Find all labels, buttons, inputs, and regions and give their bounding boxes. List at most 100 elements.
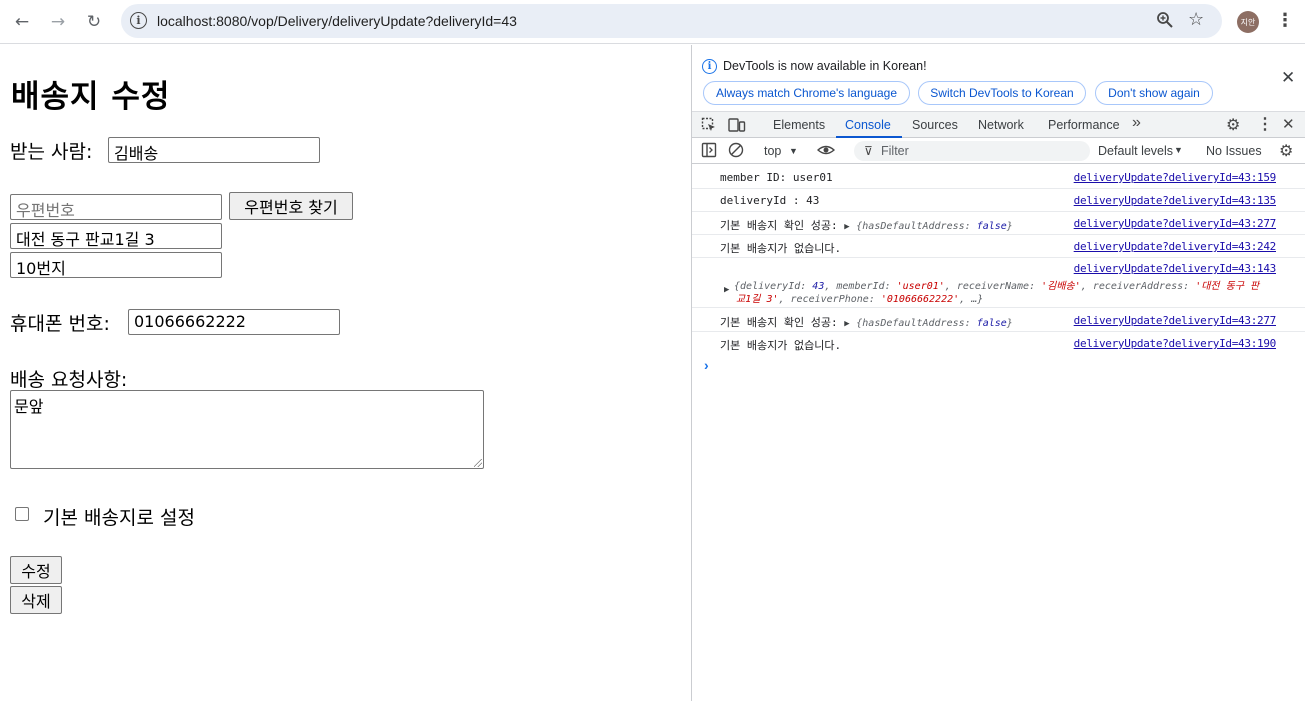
settings-gear-icon[interactable]: ⚙ (1226, 115, 1240, 135)
address-input[interactable]: 대전 동구 판교1길 3 (10, 223, 222, 249)
request-label: 배송 요청사항: (10, 369, 128, 391)
console-message: member ID: user01 (720, 171, 833, 184)
find-zipcode-button[interactable]: 우편번호 찾기 (229, 192, 353, 220)
browser-toolbar: ← → ↻ i localhost:8080/vop/Delivery/deli… (0, 0, 1305, 44)
tab-network[interactable]: Network (978, 118, 1024, 132)
phone-label: 휴대폰 번호: (10, 313, 110, 335)
resize-handle[interactable] (474, 459, 482, 467)
chevron-down-icon[interactable]: ▼ (789, 146, 798, 156)
match-language-button[interactable]: Always match Chrome's language (703, 81, 910, 105)
devtools-menu-icon[interactable]: ⋮ (1257, 114, 1273, 134)
expand-triangle-icon[interactable]: ▶ (844, 319, 849, 329)
console-source-link[interactable]: deliveryUpdate?deliveryId=43:159 (1074, 171, 1277, 184)
context-selector[interactable]: top (764, 144, 781, 158)
tab-console[interactable]: Console (845, 118, 891, 132)
zoom-icon[interactable] (1156, 11, 1174, 34)
sidebar-toggle-icon[interactable] (701, 142, 717, 161)
filter-input[interactable]: ⊽ Filter (854, 141, 1090, 161)
console-filterbar: top ▼ ⊽ Filter Default levels ▼ No Issue… (692, 138, 1305, 164)
expand-triangle-icon[interactable]: ▶ (724, 285, 729, 295)
address-detail-input[interactable]: 10번지 (10, 252, 222, 278)
page-title: 배송지 수정 (11, 79, 171, 115)
default-address-checkbox[interactable] (15, 507, 29, 521)
console-row: deliveryId : 43 deliveryUpdate?deliveryI… (692, 189, 1305, 212)
update-button[interactable]: 수정 (10, 556, 62, 584)
obj-key: receiverAddress (1092, 281, 1184, 292)
back-icon[interactable]: ← (8, 8, 36, 36)
page-content: 배송지 수정 받는 사람: 김배송 우편번호 우편번호 찾기 대전 동구 판교1… (0, 45, 691, 701)
console-row: 기본 배송지 확인 성공: ▶ {hasDefaultAddress: fals… (692, 212, 1305, 235)
obj-key: hasDefaultAddress (862, 318, 965, 329)
devtools-panel: i DevTools is now available in Korean! ✕… (691, 45, 1305, 701)
obj-value: '대전 동구 판 (1195, 281, 1260, 292)
request-text: 문앞 (14, 397, 44, 416)
eye-icon[interactable] (816, 142, 836, 161)
expand-triangle-icon[interactable]: ▶ (844, 222, 849, 232)
console-message: 기본 배송지가 없습니다. (720, 242, 842, 255)
tab-elements[interactable]: Elements (773, 118, 825, 132)
console-source-link[interactable]: deliveryUpdate?deliveryId=43:190 (1074, 337, 1277, 350)
forward-icon[interactable]: → (44, 8, 72, 36)
console-source-link[interactable]: deliveryUpdate?deliveryId=43:277 (1074, 314, 1277, 327)
site-info-icon[interactable]: i (130, 12, 147, 29)
reload-icon[interactable]: ↻ (80, 8, 108, 36)
obj-key: hasDefaultAddress (862, 221, 965, 232)
console-row: 기본 배송지가 없습니다. deliveryUpdate?deliveryId=… (692, 235, 1305, 258)
filter-icon: ⊽ (864, 144, 873, 158)
address-bar[interactable]: i localhost:8080/vop/Delivery/deliveryUp… (121, 4, 1222, 38)
language-notice: i DevTools is now available in Korean! ✕… (692, 45, 1305, 111)
filter-placeholder: Filter (881, 144, 909, 158)
request-textarea[interactable]: 문앞 (10, 390, 484, 469)
url-text[interactable]: localhost:8080/vop/Delivery/deliveryUpda… (157, 13, 517, 29)
clear-console-icon[interactable] (728, 142, 744, 161)
notice-text: DevTools is now available in Korean! (723, 59, 927, 73)
zipcode-input[interactable]: 우편번호 (10, 194, 222, 220)
console-source-link[interactable]: deliveryUpdate?deliveryId=43:143 (1074, 262, 1277, 275)
bookmark-star-icon[interactable]: ☆ (1188, 9, 1204, 30)
console-source-link[interactable]: deliveryUpdate?deliveryId=43:135 (1074, 194, 1277, 207)
phone-input[interactable]: 01066662222 (128, 309, 340, 335)
obj-value: '01066662222' (880, 294, 960, 305)
console-row: member ID: user01 deliveryUpdate?deliver… (692, 165, 1305, 189)
browser-menu-icon[interactable]: ⋮ (1276, 10, 1294, 31)
tab-sources[interactable]: Sources (912, 118, 958, 132)
obj-value: 교1길 3' (736, 294, 779, 305)
devtools-tabbar: Elements Console Sources Network Perform… (692, 111, 1305, 138)
console-object[interactable]: {hasDefaultAddress: false} (856, 318, 1013, 329)
obj-value: false (976, 221, 1007, 232)
receiver-name-input[interactable]: 김배송 (108, 137, 320, 163)
console-message: 기본 배송지 확인 성공: ▶ {hasDefaultAddress: fals… (720, 314, 1013, 330)
console-object-cont: 교1길 3', receiverPhone: '01066662222', …} (736, 294, 984, 305)
dont-show-again-button[interactable]: Don't show again (1095, 81, 1213, 105)
issues-count[interactable]: No Issues (1206, 144, 1262, 158)
levels-chevron-icon[interactable]: ▼ (1174, 145, 1183, 155)
console-text: 기본 배송지 확인 성공: (720, 316, 838, 329)
delete-button[interactable]: 삭제 (10, 586, 62, 614)
obj-ellipsis: … (971, 294, 978, 305)
obj-value: false (976, 318, 1007, 329)
console-prompt-icon[interactable]: › (704, 357, 709, 373)
profile-avatar[interactable]: 지안 (1237, 11, 1259, 33)
console-object[interactable]: {hasDefaultAddress: false} (856, 221, 1013, 232)
default-address-label[interactable]: 기본 배송지로 설정 (43, 503, 195, 530)
obj-value: '김배송' (1041, 281, 1081, 292)
console-source-link[interactable]: deliveryUpdate?deliveryId=43:277 (1074, 217, 1277, 230)
console-row: 기본 배송지가 없습니다. deliveryUpdate?deliveryId=… (692, 332, 1305, 354)
console-text: 기본 배송지 확인 성공: (720, 219, 838, 232)
device-toolbar-icon[interactable] (728, 117, 746, 136)
more-tabs-icon[interactable]: » (1132, 114, 1141, 132)
console-message: deliveryId : 43 (720, 194, 820, 207)
info-icon: i (702, 59, 717, 74)
switch-korean-button[interactable]: Switch DevTools to Korean (918, 81, 1086, 105)
obj-key: receiverPhone (790, 294, 869, 305)
close-icon[interactable]: ✕ (1281, 68, 1295, 88)
console-source-link[interactable]: deliveryUpdate?deliveryId=43:242 (1074, 240, 1277, 253)
console-settings-icon[interactable]: ⚙ (1279, 141, 1293, 161)
console-row: 기본 배송지 확인 성공: ▶ {hasDefaultAddress: fals… (692, 308, 1305, 332)
console-row: deliveryUpdate?deliveryId=43:143 ▶ {deli… (692, 258, 1305, 308)
console-message: 기본 배송지가 없습니다. (720, 339, 842, 352)
close-devtools-icon[interactable]: ✕ (1282, 115, 1295, 133)
tab-performance[interactable]: Performance (1048, 118, 1120, 132)
log-levels-dropdown[interactable]: Default levels (1098, 144, 1173, 158)
inspect-element-icon[interactable] (701, 117, 717, 136)
